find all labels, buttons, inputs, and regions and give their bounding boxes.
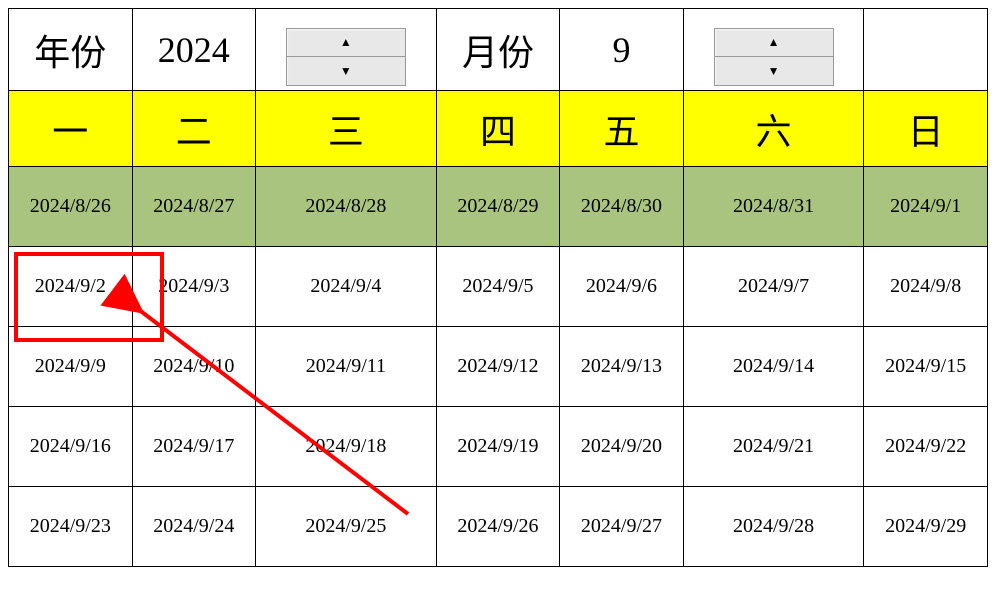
date-cell[interactable]: 2024/9/19 — [436, 407, 560, 487]
date-cell[interactable]: 2024/9/13 — [560, 327, 684, 407]
weekday-sun: 日 — [864, 91, 988, 167]
date-cell[interactable]: 2024/9/10 — [132, 327, 256, 407]
date-cell[interactable]: 2024/9/18 — [256, 407, 437, 487]
date-cell[interactable]: 2024/9/3 — [132, 247, 256, 327]
month-value: 9 — [560, 9, 684, 91]
date-cell[interactable]: 2024/9/8 — [864, 247, 988, 327]
date-cell[interactable]: 2024/8/27 — [132, 167, 256, 247]
date-cell[interactable]: 2024/9/9 — [9, 327, 133, 407]
calendar-table: 年份 2024 ▲ ▼ 月份 9 ▲ ▼ — [8, 8, 988, 567]
year-label: 年份 — [9, 9, 133, 91]
date-cell[interactable]: 2024/9/17 — [132, 407, 256, 487]
table-row: 2024/8/26 2024/8/27 2024/8/28 2024/8/29 … — [9, 167, 988, 247]
date-cell[interactable]: 2024/8/28 — [256, 167, 437, 247]
date-cell[interactable]: 2024/9/2 — [9, 247, 133, 327]
date-cell[interactable]: 2024/9/26 — [436, 487, 560, 567]
date-cell[interactable]: 2024/9/24 — [132, 487, 256, 567]
calendar-wrapper: 年份 2024 ▲ ▼ 月份 9 ▲ ▼ — [8, 8, 988, 567]
date-cell[interactable]: 2024/9/12 — [436, 327, 560, 407]
date-cell[interactable]: 2024/8/30 — [560, 167, 684, 247]
year-up-button[interactable]: ▲ — [287, 29, 405, 58]
date-cell[interactable]: 2024/9/20 — [560, 407, 684, 487]
month-spinner-cell: ▲ ▼ — [683, 9, 864, 91]
date-cell[interactable]: 2024/9/7 — [683, 247, 864, 327]
triangle-down-icon: ▼ — [768, 64, 780, 79]
month-down-button[interactable]: ▼ — [715, 57, 833, 85]
weekday-tue: 二 — [132, 91, 256, 167]
triangle-up-icon: ▲ — [768, 35, 780, 50]
date-cell[interactable]: 2024/9/23 — [9, 487, 133, 567]
header-row: 年份 2024 ▲ ▼ 月份 9 ▲ ▼ — [9, 9, 988, 91]
date-cell[interactable]: 2024/9/5 — [436, 247, 560, 327]
date-cell[interactable]: 2024/9/29 — [864, 487, 988, 567]
date-cell[interactable]: 2024/9/4 — [256, 247, 437, 327]
month-up-button[interactable]: ▲ — [715, 29, 833, 58]
date-cell[interactable]: 2024/9/27 — [560, 487, 684, 567]
date-cell[interactable]: 2024/9/14 — [683, 327, 864, 407]
date-cell[interactable]: 2024/9/25 — [256, 487, 437, 567]
year-spinner[interactable]: ▲ ▼ — [286, 28, 406, 86]
date-cell[interactable]: 2024/9/6 — [560, 247, 684, 327]
weekday-fri: 五 — [560, 91, 684, 167]
table-row: 2024/9/9 2024/9/10 2024/9/11 2024/9/12 2… — [9, 327, 988, 407]
triangle-up-icon: ▲ — [340, 35, 352, 50]
weekday-thu: 四 — [436, 91, 560, 167]
date-cell[interactable]: 2024/9/28 — [683, 487, 864, 567]
triangle-down-icon: ▼ — [340, 64, 352, 79]
table-row: 2024/9/2 2024/9/3 2024/9/4 2024/9/5 2024… — [9, 247, 988, 327]
date-cell[interactable]: 2024/9/21 — [683, 407, 864, 487]
weekday-wed: 三 — [256, 91, 437, 167]
date-cell[interactable]: 2024/9/22 — [864, 407, 988, 487]
weekday-row: 一 二 三 四 五 六 日 — [9, 91, 988, 167]
date-cell[interactable]: 2024/8/26 — [9, 167, 133, 247]
date-cell[interactable]: 2024/8/29 — [436, 167, 560, 247]
year-down-button[interactable]: ▼ — [287, 57, 405, 85]
table-row: 2024/9/23 2024/9/24 2024/9/25 2024/9/26 … — [9, 487, 988, 567]
weekday-sat: 六 — [683, 91, 864, 167]
date-cell[interactable]: 2024/8/31 — [683, 167, 864, 247]
date-cell[interactable]: 2024/9/1 — [864, 167, 988, 247]
date-cell[interactable]: 2024/9/15 — [864, 327, 988, 407]
weekday-mon: 一 — [9, 91, 133, 167]
month-spinner[interactable]: ▲ ▼ — [714, 28, 834, 86]
table-row: 2024/9/16 2024/9/17 2024/9/18 2024/9/19 … — [9, 407, 988, 487]
year-value: 2024 — [132, 9, 256, 91]
header-empty — [864, 9, 988, 91]
date-cell[interactable]: 2024/9/11 — [256, 327, 437, 407]
month-label: 月份 — [436, 9, 560, 91]
date-cell[interactable]: 2024/9/16 — [9, 407, 133, 487]
year-spinner-cell: ▲ ▼ — [256, 9, 437, 91]
